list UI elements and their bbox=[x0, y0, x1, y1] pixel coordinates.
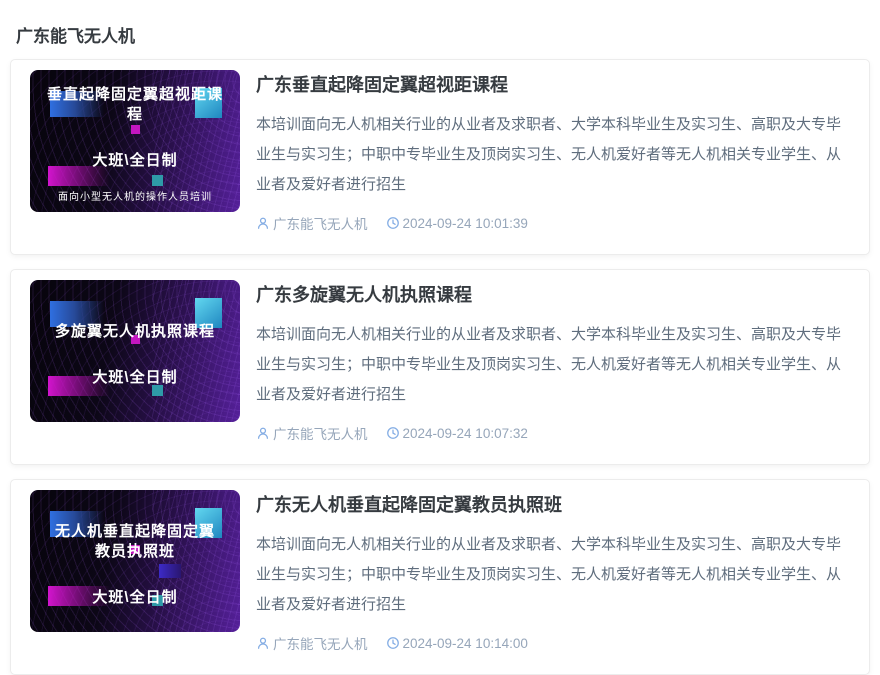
page-title: 广东能飞无人机 bbox=[16, 27, 135, 46]
time-meta: 2024-09-24 10:14:00 bbox=[386, 636, 528, 651]
person-icon bbox=[256, 636, 270, 650]
course-title[interactable]: 广东无人机垂直起降固定翼教员执照班 bbox=[256, 492, 851, 518]
publish-time: 2024-09-24 10:01:39 bbox=[402, 215, 528, 231]
course-card[interactable]: 多旋翼无人机执照课程 大班\全日制 广东多旋翼无人机执照课程 本培训面向无人机相… bbox=[10, 269, 870, 465]
thumbnail-content: 无人机垂直起降固定翼教员执照班 大班\全日制 bbox=[30, 516, 240, 607]
course-thumbnail[interactable]: 多旋翼无人机执照课程 大班\全日制 bbox=[30, 280, 240, 422]
person-icon bbox=[256, 426, 270, 440]
publish-time: 2024-09-24 10:07:32 bbox=[402, 425, 528, 441]
clock-icon bbox=[386, 636, 400, 650]
thumbnail-subtitle: 大班\全日制 bbox=[92, 588, 178, 606]
course-info: 广东无人机垂直起降固定翼教员执照班 本培训面向无人机相关行业的从业者及求职者、大… bbox=[240, 490, 851, 664]
page-container: 广东能飞无人机 垂直起降固定翼超视距课程 大班\全日制 面向小型无人机的操作人员… bbox=[0, 0, 880, 675]
thumbnail-title: 多旋翼无人机执照课程 bbox=[54, 322, 215, 340]
thumbnail-subtitle: 大班\全日制 bbox=[92, 368, 178, 386]
thumbnail-caption: 面向小型无人机的操作人员培训 bbox=[58, 192, 212, 203]
course-description: 本培训面向无人机相关行业的从业者及求职者、大学本科毕业生及实习生、高职及大专毕业… bbox=[256, 326, 842, 403]
thumbnail-content: 多旋翼无人机执照课程 大班\全日制 bbox=[30, 316, 240, 387]
author-name: 广东能飞无人机 bbox=[273, 217, 368, 232]
thumbnail-title: 垂直起降固定翼超视距课程 bbox=[46, 86, 223, 123]
course-thumbnail[interactable]: 无人机垂直起降固定翼教员执照班 大班\全日制 bbox=[30, 490, 240, 632]
author-meta: 广东能飞无人机 bbox=[256, 633, 368, 653]
course-title[interactable]: 广东多旋翼无人机执照课程 bbox=[256, 282, 851, 308]
thumbnail-subtitle: 大班\全日制 bbox=[92, 152, 178, 169]
author-meta: 广东能飞无人机 bbox=[256, 423, 368, 443]
person-icon bbox=[256, 216, 270, 230]
course-meta: 广东能飞无人机 2024-09-24 10:01:39 bbox=[256, 213, 851, 233]
course-meta: 广东能飞无人机 2024-09-24 10:14:00 bbox=[256, 633, 851, 653]
thumbnail-title: 无人机垂直起降固定翼教员执照班 bbox=[54, 522, 215, 560]
clock-icon bbox=[386, 426, 400, 440]
publish-time: 2024-09-24 10:14:00 bbox=[402, 635, 528, 651]
course-description: 本培训面向无人机相关行业的从业者及求职者、大学本科毕业生及实习生、高职及大专毕业… bbox=[256, 116, 842, 193]
time-meta: 2024-09-24 10:07:32 bbox=[386, 426, 528, 441]
decor-teal-dot bbox=[151, 385, 163, 396]
course-meta: 广东能飞无人机 2024-09-24 10:07:32 bbox=[256, 423, 851, 443]
course-info: 广东多旋翼无人机执照课程 本培训面向无人机相关行业的从业者及求职者、大学本科毕业… bbox=[240, 280, 851, 454]
course-thumbnail[interactable]: 垂直起降固定翼超视距课程 大班\全日制 面向小型无人机的操作人员培训 bbox=[30, 70, 240, 212]
thumbnail-content: 垂直起降固定翼超视距课程 大班\全日制 面向小型无人机的操作人员培训 bbox=[30, 79, 240, 203]
author-name: 广东能飞无人机 bbox=[273, 427, 368, 442]
course-card[interactable]: 无人机垂直起降固定翼教员执照班 大班\全日制 广东无人机垂直起降固定翼教员执照班… bbox=[10, 479, 870, 675]
course-card[interactable]: 垂直起降固定翼超视距课程 大班\全日制 面向小型无人机的操作人员培训 广东垂直起… bbox=[10, 59, 870, 255]
course-description: 本培训面向无人机相关行业的从业者及求职者、大学本科毕业生及实习生、高职及大专毕业… bbox=[256, 536, 842, 613]
author-meta: 广东能飞无人机 bbox=[256, 213, 368, 233]
clock-icon bbox=[386, 216, 400, 230]
time-meta: 2024-09-24 10:01:39 bbox=[386, 216, 528, 231]
author-name: 广东能飞无人机 bbox=[273, 637, 368, 652]
course-title[interactable]: 广东垂直起降固定翼超视距课程 bbox=[256, 72, 851, 98]
course-info: 广东垂直起降固定翼超视距课程 本培训面向无人机相关行业的从业者及求职者、大学本科… bbox=[240, 70, 851, 244]
